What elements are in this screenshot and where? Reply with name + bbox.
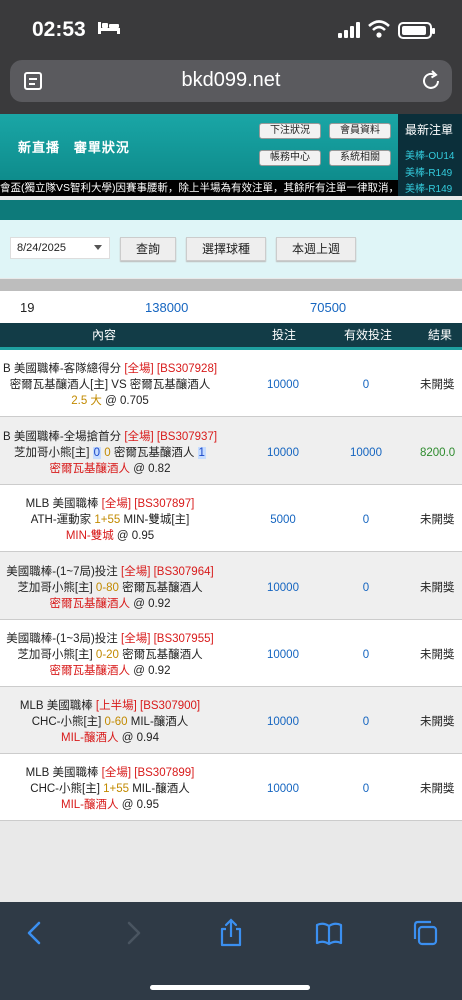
bet-stake: 10000: [267, 447, 299, 459]
nav-review-link[interactable]: 審單狀況: [74, 140, 130, 155]
bet-result: 未開獎: [420, 649, 455, 661]
back-icon[interactable]: [20, 918, 50, 948]
summary-valid: 70500: [310, 300, 347, 315]
query-button[interactable]: 查詢: [120, 237, 176, 261]
bet-result: 8200.0: [420, 447, 456, 459]
bet-pick: MIL-釀酒人 @ 0.95: [61, 799, 159, 811]
bet-result: 未開獎: [420, 716, 455, 728]
bet-stake: 10000: [267, 649, 299, 661]
bet-stake: 10000: [267, 716, 299, 728]
sleep-mode-icon: [98, 22, 120, 34]
bet-match: 芝加哥小熊[主] 0-80 密爾瓦基釀酒人: [17, 582, 203, 594]
summary-row: [0, 291, 462, 323]
status-time: 02:53: [32, 18, 86, 41]
summary-stake: 138000: [145, 300, 189, 315]
bet-match: 芝加哥小熊[主] 0-20 密爾瓦基釀酒人: [17, 649, 203, 661]
bet-title: MLB 美國職棒 [全場] [BS307897]: [25, 498, 195, 510]
battery-icon: [398, 22, 435, 39]
summary-count: 19: [20, 300, 35, 315]
bet-match: CHC-小熊[主] 1+55 MIL-釀酒人: [30, 783, 190, 795]
bet-valid: 0: [362, 379, 370, 391]
bet-pick: 密爾瓦基釀酒人 @ 0.82: [49, 463, 171, 475]
bet-stake: 10000: [267, 582, 299, 594]
bet-match: 密爾瓦基釀酒人[主] VS 密爾瓦基釀酒人: [9, 379, 211, 391]
announcement-marquee: 會盃(獨立隊VS智利大學)因賽事腰斬，除上半場為有效注單，其餘所有注單一律取消，…: [0, 180, 398, 196]
bet-valid: 0: [362, 582, 370, 594]
bet-title: B 美國職棒-全場搶首分 [全場] [BS307937]: [2, 431, 218, 443]
bet-stake: 10000: [267, 379, 299, 391]
member-info-button[interactable]: 會員資料: [329, 123, 391, 139]
wifi-icon: [368, 20, 390, 38]
table-row: MLB 美國職棒 [全場] [BS307899] CHC-小熊[主] 1+55 …: [0, 754, 462, 821]
latest-bet-item[interactable]: 美棒-R149: [405, 180, 462, 195]
bet-result: 未開獎: [420, 582, 455, 594]
col-content: 內容: [92, 328, 117, 342]
divider: [0, 279, 462, 291]
bet-title: MLB 美國職棒 [全場] [BS307899]: [25, 767, 195, 779]
latest-bet-item[interactable]: 美棒-R149: [405, 164, 462, 179]
bet-match: ATH-運動家 1+55 MIN-雙城[主]: [30, 514, 190, 526]
bet-match: CHC-小熊[主] 0-60 MIL-釀酒人: [31, 716, 189, 728]
bet-result: 未開獎: [420, 514, 455, 526]
table-row: B 美國職棒-全場搶首分 [全場] [BS307937] 芝加哥小熊[主] 0 …: [0, 417, 462, 485]
bet-valid: 0: [362, 514, 370, 526]
col-valid: 有效投注: [344, 328, 393, 342]
table-header: 內容 投注 有效投注 結果: [0, 323, 462, 347]
nav-live-link[interactable]: 新直播: [18, 140, 60, 155]
bet-stake: 10000: [267, 783, 299, 795]
bet-pick: 密爾瓦基釀酒人 @ 0.92: [49, 665, 171, 677]
tabs-icon[interactable]: [410, 918, 440, 948]
bet-stake: 5000: [270, 514, 296, 526]
table-row: MLB 美國職棒 [全場] [BS307897] ATH-運動家 1+55 MI…: [0, 485, 462, 552]
account-center-button[interactable]: 帳務中心: [259, 150, 321, 166]
bet-pick: 密爾瓦基釀酒人 @ 0.92: [49, 598, 171, 610]
bet-valid: 0: [362, 649, 370, 661]
latest-bet-item[interactable]: 美棒-OU14: [405, 147, 462, 162]
table-row: MLB 美國職棒 [上半場] [BS307900] CHC-小熊[主] 0-60…: [0, 687, 462, 754]
bet-title: 美國職棒-(1~3局)投注 [全場] [BS307955]: [6, 633, 214, 645]
forward-icon[interactable]: [118, 918, 148, 948]
bet-valid: 0: [362, 783, 370, 795]
bet-pick: MIN-雙城 @ 0.95: [65, 530, 155, 542]
bet-status-button[interactable]: 下注狀況: [259, 123, 321, 139]
home-indicator: [150, 985, 310, 990]
bet-result: 未開獎: [420, 783, 455, 795]
chevron-down-icon: [94, 245, 102, 250]
bet-valid: 0: [362, 716, 370, 728]
bookmarks-icon[interactable]: [314, 918, 344, 948]
reload-icon[interactable]: [420, 70, 442, 92]
bet-pick: 2.5 大 @ 0.705: [71, 395, 149, 407]
col-result: 結果: [428, 328, 453, 342]
select-sport-button[interactable]: 選擇球種: [186, 237, 266, 261]
bet-title: B 美國職棒-客隊總得分 [全場] [BS307928]: [2, 363, 218, 375]
table-row: 美國職棒-(1~3局)投注 [全場] [BS307955] 芝加哥小熊[主] 0…: [0, 620, 462, 687]
table-row: 美國職棒-(1~7局)投注 [全場] [BS307964] 芝加哥小熊[主] 0…: [0, 552, 462, 620]
section-bar: [0, 200, 462, 220]
bet-title: 美國職棒-(1~7局)投注 [全場] [BS307964]: [6, 566, 214, 578]
share-icon[interactable]: [216, 918, 246, 948]
latest-bets-title: 最新注單: [405, 123, 454, 137]
week-toggle-button[interactable]: 本週上週: [276, 237, 356, 261]
bet-valid: 10000: [350, 447, 382, 459]
system-button[interactable]: 系統相關: [329, 150, 391, 166]
bet-result: 未開獎: [420, 379, 455, 391]
url-text[interactable]: bkd099.net: [0, 69, 462, 92]
bet-pick: MIL-釀酒人 @ 0.94: [61, 732, 159, 744]
bet-match: 芝加哥小熊[主] 0 0 密爾瓦基釀酒人 1: [14, 447, 206, 459]
nav-links: 新直播 審單狀況: [18, 137, 130, 156]
table-row: B 美國職棒-客隊總得分 [全場] [BS307928] 密爾瓦基釀酒人[主] …: [0, 350, 462, 417]
bet-title: MLB 美國職棒 [上半場] [BS307900]: [19, 700, 201, 712]
col-stake: 投注: [272, 328, 297, 342]
cellular-signal-icon: [338, 22, 360, 38]
